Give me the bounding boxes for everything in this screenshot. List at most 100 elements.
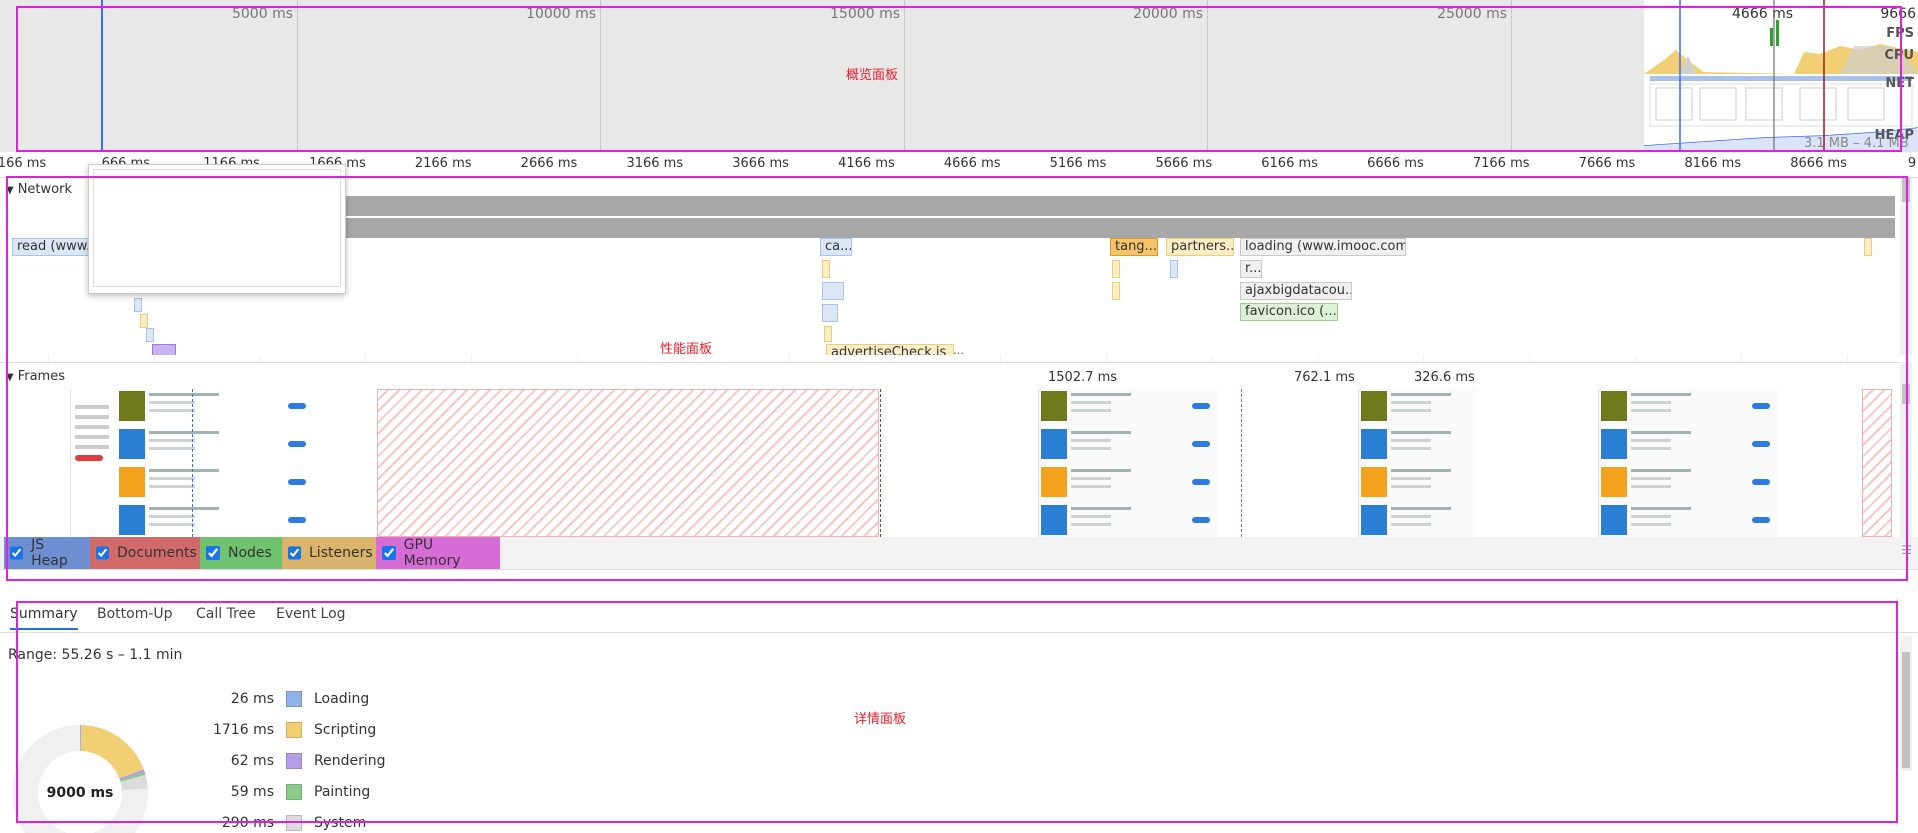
- frame-screenshot[interactable]: [70, 389, 376, 537]
- counter-gpu-memory[interactable]: GPU Memory: [376, 537, 500, 569]
- collapse-triangle-icon[interactable]: ▼: [6, 185, 14, 196]
- overview-selection-window[interactable]: 4666 ms 9666 FPS CPU NET HEAP 3.1 MB – 4…: [1644, 0, 1918, 152]
- text-line: [149, 477, 195, 480]
- course-thumbnail-icon: [1361, 429, 1387, 459]
- overview-right-tick-2: 9666: [1880, 6, 1916, 22]
- network-request-mini[interactable]: [822, 260, 830, 278]
- overview-right-tick-1: 4666 ms: [1732, 6, 1794, 22]
- network-request[interactable]: ca...: [820, 238, 852, 256]
- network-scrollbar[interactable]: [1900, 178, 1912, 355]
- counter-label: Documents: [117, 545, 197, 561]
- counter-checkbox[interactable]: [10, 546, 24, 560]
- counter-checkbox[interactable]: [206, 546, 220, 560]
- category-label: Rendering: [314, 753, 386, 769]
- frames-track-header[interactable]: ▼ Frames: [6, 369, 65, 384]
- ruler-tick-label: 8666 ms: [1790, 156, 1847, 171]
- course-thumbnail-icon: [1361, 391, 1387, 421]
- memory-counters-bar: JS Heap Documents Nodes Listeners GPU Memory…: [0, 537, 1918, 570]
- network-request[interactable]: read (www.i: [12, 238, 92, 256]
- tab-summary[interactable]: Summary: [10, 606, 78, 630]
- frame-duration[interactable]: 1502.7 ms: [1048, 370, 1117, 385]
- text-line: [1071, 401, 1111, 404]
- category-label: Loading: [314, 691, 370, 707]
- text-line: [1071, 515, 1111, 518]
- network-track-title: Network: [17, 182, 72, 197]
- network-request-mini[interactable]: [1864, 238, 1872, 256]
- network-request[interactable]: r...: [1240, 260, 1262, 278]
- counter-checkbox[interactable]: [382, 546, 396, 560]
- network-request-mini[interactable]: [822, 304, 838, 322]
- summary-scrollbar[interactable]: [1900, 636, 1912, 771]
- screenshot-row: [1359, 503, 1476, 537]
- screenshot-row: [117, 427, 376, 463]
- frame-duration[interactable]: 762.1 ms: [1294, 370, 1355, 385]
- network-request[interactable]: ajaxbigdatacou...: [1240, 282, 1352, 300]
- counter-documents[interactable]: Documents: [90, 537, 200, 569]
- screenshot-row: [1039, 389, 1218, 425]
- counter-nodes[interactable]: Nodes: [200, 537, 282, 569]
- network-request-mini[interactable]: [1112, 282, 1120, 300]
- text-line: [149, 439, 195, 442]
- frames-track[interactable]: ▼ Frames 1502.7 ms 762.1 ms 326.6 ms: [0, 362, 1900, 537]
- screenshot-row: [117, 389, 376, 425]
- network-request-mini[interactable]: [1170, 260, 1178, 278]
- ruler-tick-label: 4666 ms: [943, 156, 1001, 171]
- counter-checkbox[interactable]: [96, 546, 109, 560]
- counter-label: JS Heap: [31, 537, 68, 569]
- summary-pie-chart: 9000 ms: [10, 723, 150, 833]
- collapse-triangle-icon[interactable]: ▼: [6, 372, 14, 383]
- network-track-header[interactable]: ▼ Network: [6, 182, 72, 197]
- text-line: [1071, 485, 1111, 488]
- frame-marker: [1241, 389, 1242, 537]
- frame-screenshot[interactable]: [1038, 389, 1218, 537]
- overview-panel[interactable]: 5000 ms10000 ms15000 ms20000 ms25000 ms3…: [0, 0, 1918, 152]
- text-line: [1391, 507, 1451, 510]
- network-request-mini[interactable]: [822, 282, 844, 300]
- network-request-mini[interactable]: [146, 328, 154, 342]
- network-request[interactable]: loading (www.imooc.com): [1240, 238, 1406, 256]
- counter-listeners[interactable]: Listeners: [282, 537, 376, 569]
- frame-screenshot[interactable]: [1598, 389, 1778, 537]
- text-line: [1631, 401, 1671, 404]
- text-line: [1071, 439, 1111, 442]
- ruler-tick-label: 3666 ms: [732, 156, 789, 171]
- network-request-mini[interactable]: [134, 298, 142, 312]
- network-request[interactable]: tang...: [1110, 238, 1158, 256]
- network-request-mini[interactable]: [1112, 260, 1120, 278]
- frame-duration[interactable]: 326.6 ms: [1414, 370, 1475, 385]
- network-request[interactable]: advertiseCheck.js: [826, 344, 954, 355]
- text-line: [1391, 469, 1451, 472]
- frame-screenshot[interactable]: [1358, 389, 1476, 537]
- screenshot-row: [1039, 427, 1218, 463]
- course-thumbnail-icon: [1601, 505, 1627, 535]
- tab-call-tree[interactable]: Call Tree: [196, 606, 256, 628]
- overview-cursor[interactable]: [101, 0, 103, 152]
- network-request-mini[interactable]: [824, 326, 832, 342]
- summary-panel: Range: 55.26 s – 1.1 min 26 ms Loading 171…: [0, 633, 1918, 833]
- frames-scrollbar[interactable]: [1900, 362, 1912, 537]
- category-swatch: [286, 753, 302, 769]
- course-thumbnail-icon: [1041, 429, 1067, 459]
- text-line: [149, 409, 195, 412]
- network-gray-band: [345, 218, 1895, 238]
- ruler-tick-label: 5666 ms: [1155, 156, 1213, 171]
- counter-js-heap[interactable]: JS Heap: [4, 537, 90, 569]
- details-annotation: 详情面板: [854, 712, 907, 727]
- text-line: [149, 401, 195, 404]
- category-value: 26 ms: [230, 691, 274, 707]
- network-request-mini[interactable]: [152, 344, 176, 355]
- network-request[interactable]: partners...: [1166, 238, 1234, 256]
- tab-event-log[interactable]: Event Log: [276, 606, 346, 628]
- counter-checkbox[interactable]: [288, 546, 301, 560]
- tab-bottom-up[interactable]: Bottom-Up: [97, 606, 173, 628]
- screenshot-row: [1599, 503, 1778, 537]
- network-request[interactable]: favicon.ico (...: [1240, 303, 1338, 321]
- more-icon[interactable]: ☰: [1901, 543, 1912, 557]
- frame-marker: [880, 389, 881, 537]
- overview-annotation: 概览面板: [846, 68, 899, 83]
- summary-category-row: 26 ms Loading: [180, 689, 369, 709]
- mini-button: [288, 441, 306, 447]
- network-request-mini[interactable]: [140, 314, 148, 328]
- category-swatch: [286, 691, 302, 707]
- network-gray-band: [345, 196, 1895, 216]
